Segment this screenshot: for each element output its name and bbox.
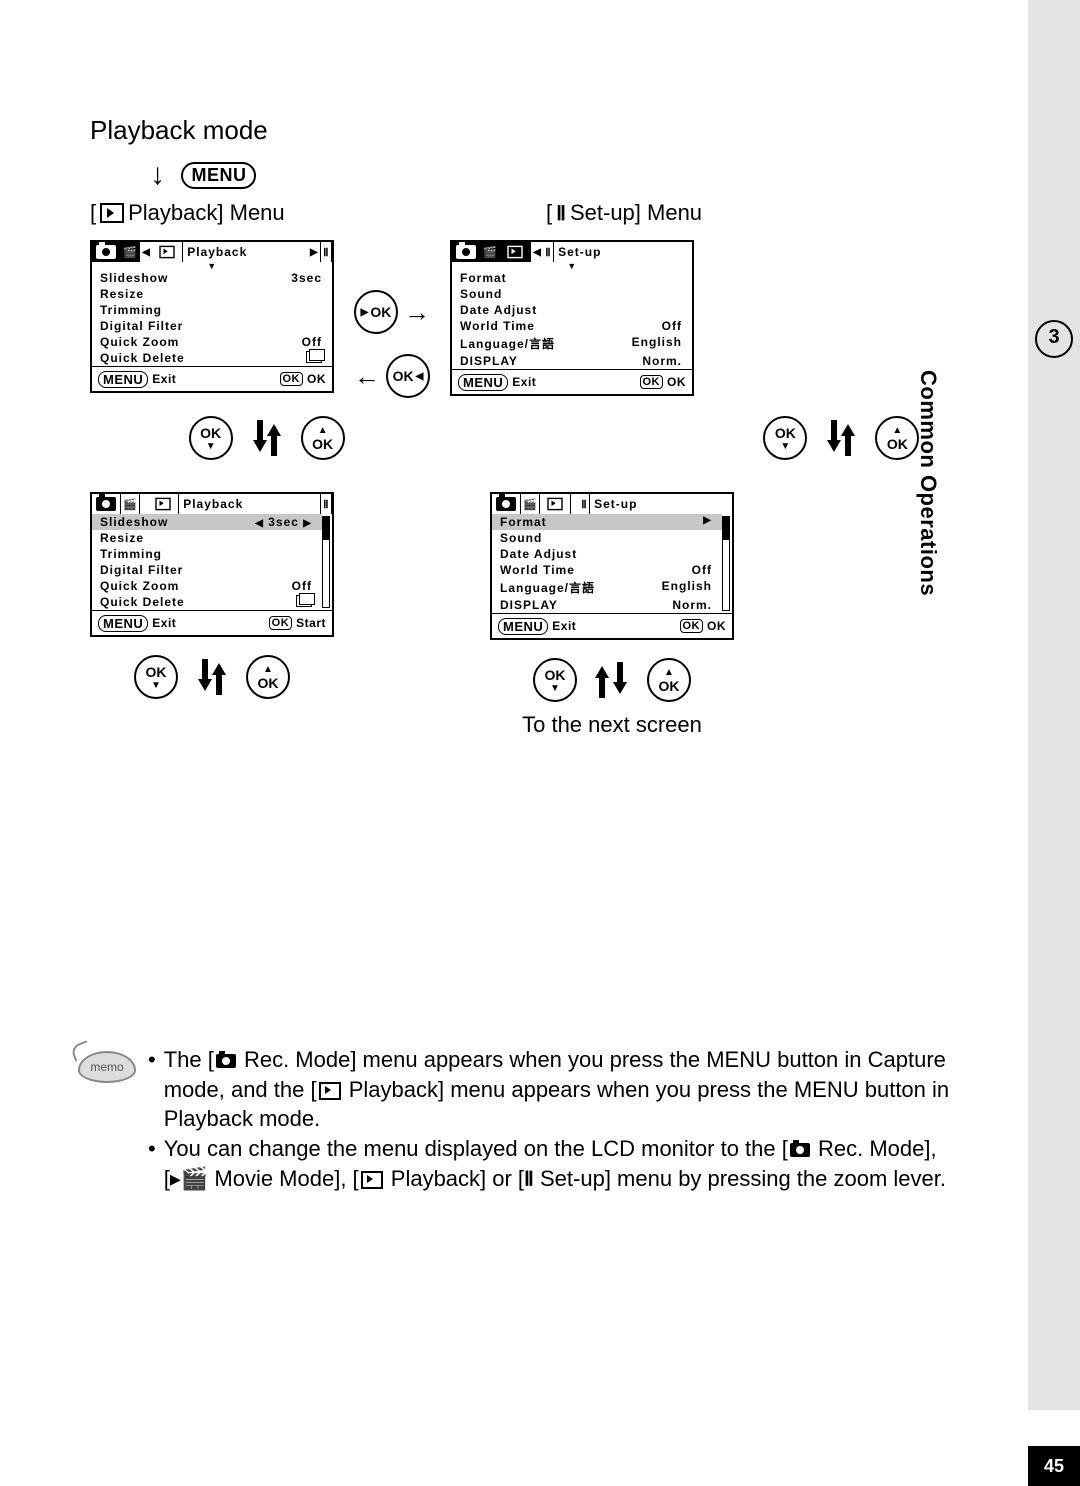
footer-ok: OK: [667, 375, 686, 389]
down-arrow-icon: ↓: [150, 158, 165, 191]
tab-camera-icon: [492, 494, 521, 514]
menu-badge: MENU: [498, 618, 548, 635]
up-down-arrows-icon: [198, 657, 226, 697]
footer-start: Start: [296, 616, 326, 630]
footer-exit: Exit: [152, 372, 176, 386]
memo-section: memo • The [ Rec. Mode] menu appears whe…: [78, 1045, 958, 1193]
tab-setup-icon: Ⅱ: [579, 494, 590, 514]
tab-camera-icon: [452, 242, 481, 262]
ok-badge: OK: [280, 372, 304, 386]
playback-screen-1: 🎬 ◀ Playback ▶ Ⅱ ▼ Slideshow3sec Resize …: [90, 240, 334, 393]
scrollbar-icon: [322, 516, 330, 608]
menu-button-hint: ↓ MENU: [150, 158, 990, 192]
memo-bullet: • The [ Rec. Mode] menu appears when you…: [148, 1045, 958, 1134]
ok-button-icon: OK: [386, 354, 430, 398]
playback-icon: [100, 203, 124, 223]
up-down-arrows-icon: [827, 418, 855, 458]
ok-up-icon: OK: [875, 416, 919, 460]
tab-playback-icon: [500, 242, 531, 262]
tab-setup-icon: Ⅱ: [320, 494, 332, 514]
menu-button-label: MENU: [181, 162, 256, 189]
page-number: 45: [1028, 1446, 1080, 1486]
scroll-up-icon: ▼: [92, 262, 332, 270]
ok-down-icon: OK: [134, 655, 178, 699]
ok-down-icon: OK: [533, 658, 577, 702]
ok-up-icon: OK: [301, 416, 345, 460]
screen-body: Slideshow3sec Resize Trimming Digital Fi…: [92, 270, 332, 366]
tab-camera-icon: [92, 494, 121, 514]
tab-playback-icon: [148, 494, 179, 514]
camera-icon: [790, 1143, 810, 1157]
arrow-right-icon: →: [404, 297, 430, 328]
scrollbar-icon: [722, 516, 730, 611]
playback-screen-2: 🎬 Playback Ⅱ Slideshow◀ 3sec ▶ Resize Tr…: [90, 492, 334, 637]
ok-up-icon: OK: [246, 655, 290, 699]
tab-movie-icon: 🎬: [121, 242, 140, 262]
next-screen-label: To the next screen: [522, 712, 702, 738]
playback-menu-label: Playback] Menu: [128, 200, 285, 226]
playback-icon: [319, 1082, 341, 1100]
tab-setup-icon: Ⅱ: [320, 242, 332, 262]
footer-exit: Exit: [512, 375, 536, 389]
scroll-up-icon: ▼: [452, 262, 692, 270]
tab-movie-icon: 🎬: [521, 494, 540, 514]
camera-icon: [216, 1054, 236, 1068]
tab-arrow-left-icon: ◀: [531, 242, 543, 262]
tab-setup-icon: Ⅱ: [543, 242, 554, 262]
setup-icon: Ⅱ: [524, 1168, 534, 1190]
ok-down-icon: OK: [763, 416, 807, 460]
tab-title: Playback: [183, 242, 308, 262]
setup-icon: Ⅱ: [556, 201, 566, 226]
ok-up-icon: OK: [647, 658, 691, 702]
up-down-split-arrows-icon: [597, 660, 627, 700]
tab-playback-icon: [540, 494, 571, 514]
checkbox-icon: [306, 351, 322, 363]
playback-icon: [361, 1171, 383, 1189]
footer-ok: OK: [307, 372, 326, 386]
side-tab: 3 Common Operations: [1028, 0, 1080, 1410]
tab-arrow-right-icon: ▶: [308, 242, 320, 262]
vertical-nav-block: OK OK: [189, 416, 345, 460]
tab-title: Set-up: [590, 494, 732, 514]
vertical-nav-block: OK OK: [533, 658, 691, 702]
footer-exit: Exit: [152, 616, 176, 630]
ok-badge: OK: [269, 616, 293, 630]
up-down-arrows-icon: [253, 418, 281, 458]
tab-movie-icon: 🎬: [121, 494, 140, 514]
vertical-nav-block: OK OK: [134, 655, 290, 699]
setup-screen-1: 🎬 ◀ Ⅱ Set-up ▼ Format Sound Date Adjust …: [450, 240, 694, 396]
page-title: Playback mode: [90, 115, 990, 146]
menu-badge: MENU: [98, 371, 148, 388]
memo-icon: memo: [78, 1051, 136, 1091]
footer-exit: Exit: [552, 619, 576, 633]
tab-title: Set-up: [554, 242, 692, 262]
setup-screen-2: 🎬 Ⅱ Set-up Format▶ Sound Date Adjust Wor…: [490, 492, 734, 640]
arrow-left-icon: ←: [354, 361, 380, 392]
movie-icon: ▸🎬: [170, 1166, 208, 1191]
tab-title: Playback: [179, 494, 320, 514]
vertical-nav-block: OK OK: [763, 416, 919, 460]
memo-bullet: • You can change the menu displayed on t…: [148, 1134, 958, 1193]
tab-movie-icon: 🎬: [481, 242, 500, 262]
section-number: 3: [1035, 320, 1073, 358]
checkbox-icon: [296, 595, 312, 607]
tab-playback-icon: [152, 242, 183, 262]
tab-camera-icon: [92, 242, 121, 262]
column-headers: [ Playback] Menu [Ⅱ Set-up] Menu: [90, 200, 990, 226]
ok-button-icon: OK: [354, 290, 398, 334]
horizontal-nav-arrows: OK → ← OK: [354, 290, 430, 398]
ok-down-icon: OK: [189, 416, 233, 460]
highlighted-row: Format▶: [492, 514, 722, 530]
menu-badge: MENU: [98, 615, 148, 632]
tab-arrow-left-icon: ◀: [140, 242, 152, 262]
highlighted-row: Slideshow◀ 3sec ▶: [92, 514, 322, 530]
ok-badge: OK: [640, 375, 664, 389]
ok-badge: OK: [680, 619, 704, 633]
menu-badge: MENU: [458, 374, 508, 391]
footer-ok: OK: [707, 619, 726, 633]
setup-menu-label: Set-up] Menu: [570, 200, 702, 226]
